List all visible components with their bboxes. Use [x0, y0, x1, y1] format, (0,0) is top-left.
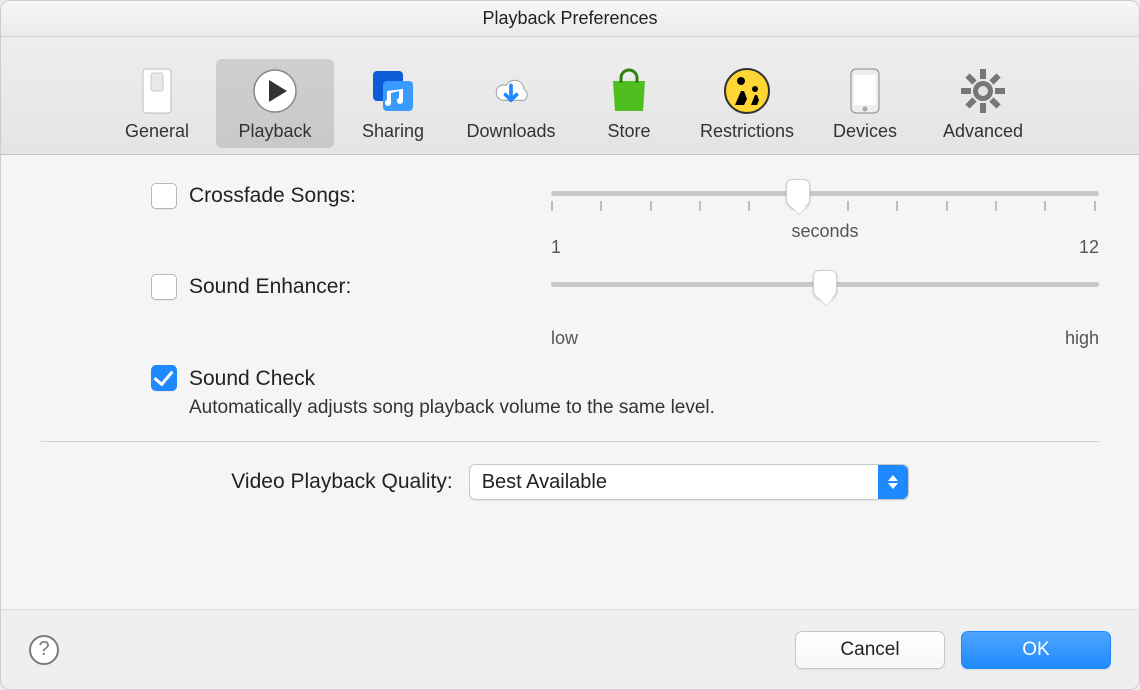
tab-general[interactable]: General [98, 59, 216, 148]
ok-button[interactable]: OK [961, 631, 1111, 669]
sharing-icon [369, 67, 417, 115]
preferences-toolbar: General Playback Sharing Downloads Store [1, 37, 1139, 155]
crossfade-thumb[interactable] [786, 179, 810, 209]
divider [41, 441, 1099, 442]
crossfade-checkbox[interactable] [151, 183, 177, 209]
switch-icon [133, 67, 181, 115]
content-pane: Crossfade Songs: seconds 1 12 [1, 155, 1139, 510]
cancel-button[interactable]: Cancel [795, 631, 945, 669]
tab-downloads[interactable]: Downloads [452, 59, 570, 148]
gear-icon [959, 67, 1007, 115]
play-icon [251, 67, 299, 115]
sound-check-description: Automatically adjusts song playback volu… [189, 397, 715, 419]
tab-restrictions[interactable]: Restrictions [688, 59, 806, 148]
crossfade-unit-label: seconds [791, 221, 858, 242]
crossfade-slider[interactable]: seconds [551, 183, 1099, 235]
phone-icon [841, 67, 889, 115]
tab-label: Sharing [362, 121, 424, 142]
tab-label: Downloads [466, 121, 555, 142]
preferences-window: Playback Preferences General Playback Sh… [0, 0, 1140, 690]
video-quality-label: Video Playback Quality: [231, 470, 452, 494]
video-quality-select[interactable]: Best Available [469, 464, 909, 500]
video-quality-value: Best Available [482, 471, 607, 494]
sound-check-row: Sound Check Automatically adjusts song p… [151, 365, 1099, 419]
cloud-download-icon [487, 67, 535, 115]
tab-label: General [125, 121, 189, 142]
titlebar: Playback Preferences [1, 1, 1139, 37]
tab-label: Store [607, 121, 650, 142]
select-stepper-icon [878, 465, 908, 499]
enhancer-row: Sound Enhancer: low high [151, 274, 1099, 349]
video-quality-row: Video Playback Quality: Best Available [41, 464, 1099, 500]
enhancer-min-label: low [551, 328, 578, 349]
enhancer-thumb[interactable] [813, 270, 837, 300]
footer: ? Cancel OK [1, 609, 1139, 689]
crossfade-row: Crossfade Songs: seconds 1 12 [151, 183, 1099, 258]
tab-label: Playback [238, 121, 311, 142]
help-button[interactable]: ? [29, 635, 59, 665]
window-title: Playback Preferences [482, 8, 657, 29]
sound-check-label: Sound Check [189, 367, 315, 391]
sound-check-checkbox[interactable] [151, 365, 177, 391]
enhancer-checkbox[interactable] [151, 274, 177, 300]
help-icon: ? [38, 638, 49, 661]
tab-sharing[interactable]: Sharing [334, 59, 452, 148]
tab-label: Restrictions [700, 121, 794, 142]
enhancer-max-label: high [1065, 328, 1099, 349]
crossfade-max-label: 12 [1079, 237, 1099, 258]
enhancer-label: Sound Enhancer: [189, 275, 351, 299]
ok-button-label: OK [1022, 639, 1049, 661]
parental-icon [723, 67, 771, 115]
enhancer-slider[interactable] [551, 274, 1099, 326]
tab-label: Advanced [943, 121, 1023, 142]
shopping-bag-icon [605, 67, 653, 115]
crossfade-min-label: 1 [551, 237, 561, 258]
tab-advanced[interactable]: Advanced [924, 59, 1042, 148]
crossfade-label: Crossfade Songs: [189, 184, 356, 208]
tab-label: Devices [833, 121, 897, 142]
tab-devices[interactable]: Devices [806, 59, 924, 148]
tab-store[interactable]: Store [570, 59, 688, 148]
cancel-button-label: Cancel [840, 639, 899, 661]
tab-playback[interactable]: Playback [216, 59, 334, 148]
